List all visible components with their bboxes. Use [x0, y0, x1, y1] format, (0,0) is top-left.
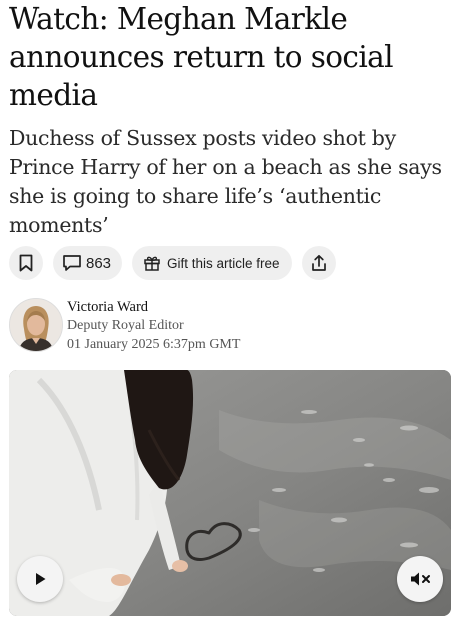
bookmark-button[interactable] — [9, 246, 43, 280]
comments-button[interactable]: 863 — [53, 246, 123, 280]
video-player[interactable] — [9, 370, 451, 616]
gift-icon — [144, 256, 160, 271]
video-frame — [9, 370, 451, 616]
comment-bubble-icon — [63, 255, 81, 271]
author-role: Deputy Royal Editor — [67, 318, 184, 333]
article-standfirst: Duchess of Sussex posts video shot by Pr… — [9, 126, 442, 237]
article-actions-bar: 863 Gift this article free — [9, 246, 336, 280]
comments-count: 863 — [86, 254, 112, 272]
author-photo — [10, 299, 62, 351]
bookmark-icon — [19, 254, 33, 272]
mute-icon — [411, 572, 430, 586]
gift-article-button[interactable]: Gift this article free — [132, 246, 292, 280]
author-avatar[interactable] — [9, 298, 63, 352]
share-button[interactable] — [301, 246, 336, 280]
publish-date: 01 January 2025 6:37pm GMT — [67, 337, 241, 352]
play-button[interactable] — [17, 556, 63, 602]
play-icon — [36, 573, 46, 585]
article-headline: Watch: Meghan Markle announces return to… — [9, 2, 394, 112]
share-icon — [311, 254, 326, 271]
gift-article-label: Gift this article free — [167, 255, 280, 271]
author-name[interactable]: Victoria Ward — [67, 299, 148, 316]
mute-button[interactable] — [397, 556, 443, 602]
